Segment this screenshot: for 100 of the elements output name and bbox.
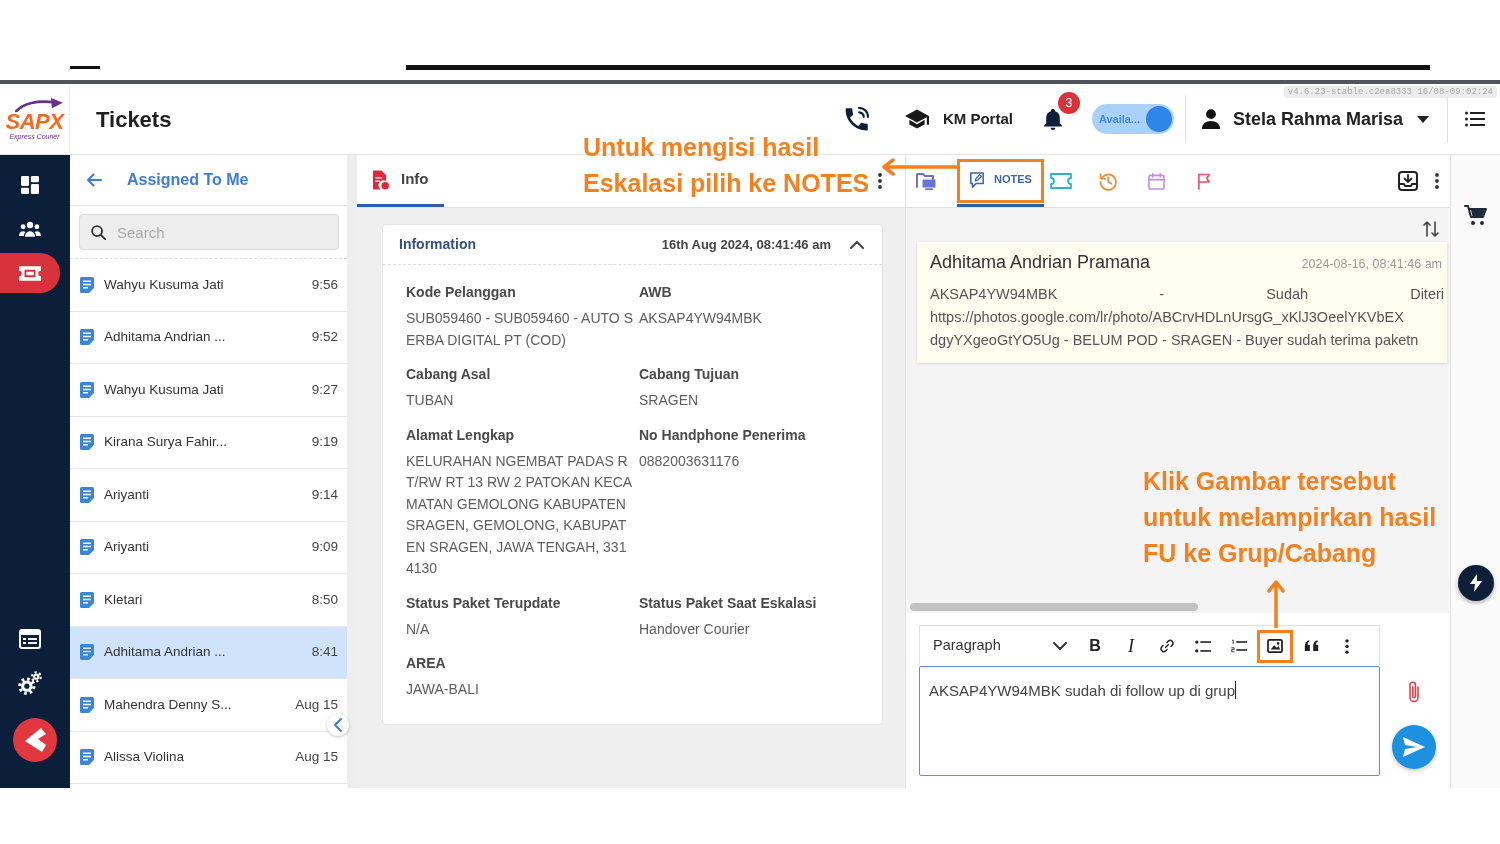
ticket-list-item[interactable]: Kirana Surya Fahir... 9:19 xyxy=(70,416,347,469)
team-icon[interactable] xyxy=(19,220,41,238)
field-label: Status Paket Saat Eskalasi xyxy=(639,593,818,613)
phone-icon[interactable] xyxy=(844,107,869,131)
sort-icon[interactable] xyxy=(1423,220,1439,238)
note-icon xyxy=(80,381,94,398)
lightning-icon xyxy=(1469,574,1482,592)
ticket-list-item[interactable]: Adhitama Andrian ... 9:52 xyxy=(70,311,347,364)
download-box-icon[interactable] xyxy=(1398,171,1418,191)
ticket-time: 9:52 xyxy=(311,328,338,347)
paperclip-icon[interactable] xyxy=(1406,680,1421,704)
note-icon xyxy=(80,749,94,766)
user-menu[interactable]: Stela Rahma Marisa xyxy=(1200,105,1429,133)
flag-icon[interactable] xyxy=(1197,172,1213,190)
cart-icon[interactable] xyxy=(1463,204,1488,226)
customer-name: Kletari xyxy=(104,590,144,609)
note-icon xyxy=(80,276,94,293)
bell-icon[interactable] xyxy=(1042,108,1063,130)
ticket-icon xyxy=(19,265,41,281)
send-icon xyxy=(1402,737,1425,757)
customer-name: Wahyu Kusuma Jati xyxy=(104,275,225,294)
scrollbar-thumb[interactable] xyxy=(910,603,1198,611)
notification-badge: 3 xyxy=(1057,92,1080,114)
field-value: AKSAP4YW94MBK xyxy=(639,309,763,328)
app-logo-icon[interactable] xyxy=(13,718,57,762)
field-label: Alamat Lengkap xyxy=(406,425,516,445)
more-icon xyxy=(1345,638,1349,654)
bullet-list-icon xyxy=(1195,639,1211,653)
ticket-time: 9:27 xyxy=(311,380,338,399)
logo-text: SAPX xyxy=(5,111,64,132)
note-time: 2024-08-16, 08:41:46 am xyxy=(1301,256,1442,273)
field-value: N/A xyxy=(406,619,431,639)
more-icon[interactable] xyxy=(878,173,882,189)
more-icon[interactable] xyxy=(1435,173,1439,189)
page-title: Tickets xyxy=(96,105,172,134)
ticket-list-item[interactable]: Ariyanti 9:09 xyxy=(70,521,347,574)
note-icon xyxy=(80,644,94,661)
field-label: Cabang Tujuan xyxy=(639,365,741,384)
field-value: 0882003631176 xyxy=(639,451,741,471)
user-icon xyxy=(1200,109,1221,129)
ticket-list-item[interactable]: Wahyu Kusuma Jati 9:27 xyxy=(70,364,347,417)
field-value: JAWA-BALI xyxy=(406,680,480,699)
field-label: AREA xyxy=(406,654,447,673)
chevron-down-icon xyxy=(1053,642,1067,650)
customer-name: Adhitama Andrian ... xyxy=(104,328,227,347)
note-text: AKSAP4YW94MBK - Sudah Diteri https://photos.google.com/lr/photo/ABCrvHDLnUrsgG_xKlJ3OeelYKVbEX dgyYXgeoGtYO5Ug - BELUM POD - SRAGEN - Buyer sudah terima paketn xyxy=(930,285,1444,350)
field-label: Cabang Asal xyxy=(406,365,492,384)
image-button[interactable] xyxy=(1257,629,1293,663)
note-icon xyxy=(80,696,94,713)
customer-name: Mahendra Denny S... xyxy=(104,695,233,714)
customer-name: Ariyanti xyxy=(104,538,150,557)
quick-action-button[interactable] xyxy=(1457,565,1494,601)
field-value: SRAGEN xyxy=(639,391,700,410)
ticket-list-item[interactable]: Ariyanti 9:14 xyxy=(70,469,347,522)
note-icon xyxy=(80,539,94,556)
field-value: SUB059460 - SUB059460 - AUTO SERBA DIGITAL PT (COD) xyxy=(406,309,634,350)
bold-button[interactable]: B xyxy=(1077,629,1113,663)
card-timestamp: 16th Aug 2024, 08:41:46 am xyxy=(661,235,831,254)
customer-name: Kirana Surya Fahir... xyxy=(104,433,229,452)
field-value: TUBAN xyxy=(406,391,455,410)
gears-icon[interactable] xyxy=(18,671,42,695)
image-icon xyxy=(1267,639,1283,653)
search-icon xyxy=(91,225,106,240)
folder-monitor-icon[interactable] xyxy=(916,172,936,190)
note-author: Adhitama Andrian Pramana xyxy=(930,251,1151,274)
caret-icon xyxy=(1417,115,1429,123)
numbered-list-icon xyxy=(1231,639,1247,653)
field-value: Handover Courier xyxy=(639,619,751,639)
chevron-up-icon[interactable] xyxy=(850,240,864,249)
list-title: Assigned To Me xyxy=(127,170,249,190)
ticket-list-item[interactable]: Kletari 8:50 xyxy=(70,574,347,627)
ticket-time: 9:14 xyxy=(311,485,338,504)
message-input[interactable]: AKSAP4YW94MBK sudah di follow up di grup xyxy=(919,666,1380,776)
back-icon[interactable] xyxy=(86,173,102,187)
calendar-list-icon[interactable] xyxy=(19,629,41,649)
dashboard-icon[interactable] xyxy=(21,176,39,194)
swoosh-icon xyxy=(15,97,64,112)
note-icon xyxy=(80,329,94,346)
menu-icon[interactable] xyxy=(1465,111,1485,127)
annotation-text: Untuk mengisi hasil Eskalasi pilih ke NOTES xyxy=(583,132,870,199)
note-icon xyxy=(80,591,94,608)
italic-button[interactable]: I xyxy=(1113,629,1149,663)
pointer-arrow xyxy=(1266,578,1286,628)
customer-name: Alissa Violina xyxy=(104,748,186,767)
note-icon xyxy=(80,434,94,451)
ticket-time: Aug 15 xyxy=(295,748,338,767)
note-icon xyxy=(80,486,94,503)
send-button[interactable] xyxy=(1391,725,1436,769)
format-dropdown[interactable]: Paragraph xyxy=(925,629,1077,663)
link-icon xyxy=(1159,638,1175,654)
field-label: Kode Pelanggan xyxy=(406,283,517,302)
version-label: v4.6.23-stable.c2ea8333 16/08-09:02:24 xyxy=(1283,86,1497,98)
card-title: Information xyxy=(399,235,476,254)
document-icon xyxy=(372,169,389,190)
ticket-list-item[interactable]: Adhitama Andrian ... 8:41 xyxy=(70,626,347,679)
search-field[interactable]: Search xyxy=(79,214,339,250)
km-portal-button[interactable]: KM Portal xyxy=(904,107,1013,131)
sidebar-item[interactable] xyxy=(0,253,60,293)
field-value: KELURAHAN NGEMBAT PADAS RT/RW RT 13 RW 2 PATOKAN KECAMATAN GEMOLONG KABUPATEN SRAGEN, GEMOLONG, KABUPATEN SRAGEN, JAWA TENGAH, 3314130 xyxy=(406,451,634,578)
ticket-list-item[interactable]: Wahyu Kusuma Jati 9:56 xyxy=(70,259,347,312)
